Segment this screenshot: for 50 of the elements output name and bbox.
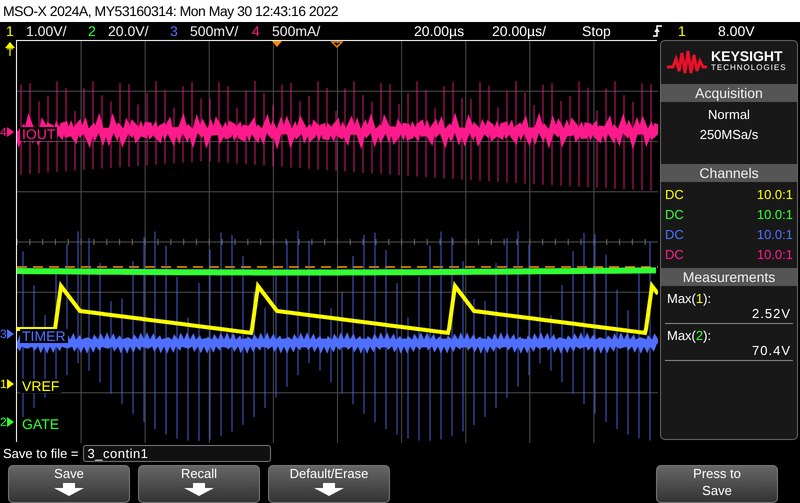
run-state[interactable]: Stop [582,23,652,39]
channel-number[interactable]: 1 [0,23,26,39]
softkey-button[interactable]: Default/Erase [268,465,390,503]
channel-label: IOUT [20,127,58,141]
channel-coupling: DC [665,186,684,204]
brand-name: KEYSIGHT [711,50,784,62]
section-header: Measurements [661,268,797,286]
softkey-button[interactable]: Save [8,465,130,503]
channel-number[interactable]: 3 [164,23,190,39]
trigger-source[interactable]: 1 [678,23,718,39]
trigger-position-icon [272,41,282,47]
time-reference-icon [330,41,344,48]
channel-number[interactable]: 2 [82,23,108,39]
trigger-edge-icon [652,24,664,38]
timebase-scale[interactable]: 20.00µs/ [492,23,582,39]
acquisition-mode: Normal [708,106,750,124]
channel-number[interactable]: 4 [246,23,272,39]
softkey-button[interactable]: Press to Save [656,465,778,503]
probe-ratio: 10.0:1 [756,246,793,264]
channel-label: VREF [20,379,62,393]
down-arrow-icon [54,483,84,496]
measurement-value: 2.52V [752,306,791,321]
channel-coupling: DC [665,226,684,244]
channel-label: TIMER [20,329,68,343]
down-arrow-icon [184,483,214,496]
sample-rate: 250MSa/s [700,126,758,144]
file-name-field[interactable]: 3_contin1 [82,444,271,462]
channel-scale[interactable]: 500mA/ [272,23,320,39]
trigger-level[interactable]: 8.00V [718,23,755,39]
wave-logo-icon [667,49,707,75]
down-arrow-icon [314,483,344,496]
channel-scale[interactable]: 500mV/ [190,23,238,39]
probe-ratio: 10.0:1 [756,186,793,204]
channel-scale[interactable]: 1.00V/ [26,23,66,39]
probe-ratio: 10.0:1 [756,206,793,224]
probe-ratio: 10.0:1 [756,226,793,244]
horizontal-delay[interactable]: 20.00µs [414,23,492,39]
save-label: Save to file = [3,446,79,460]
brand-subtitle: TECHNOLOGIES [711,62,787,74]
channel-coupling: DC [665,206,684,224]
softkey-button[interactable]: Recall [138,465,260,503]
measurement-name: Max(2): [667,328,712,343]
measurement-name: Max(1): [667,291,712,306]
measurement-value: 70.4V [752,343,791,358]
channel-scale[interactable]: 20.0V/ [108,23,148,39]
section-header: Acquisition [661,84,797,102]
channel-coupling: DC [665,246,684,264]
window-title: MSO-X 2024A, MY53160314: Mon May 30 12:43:16 2022 [0,0,800,22]
section-header: Channels [661,164,797,182]
channel-label: GATE [20,417,62,431]
